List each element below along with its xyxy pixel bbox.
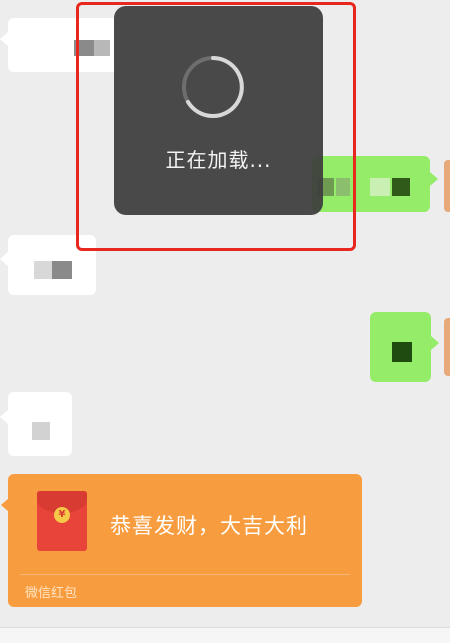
- divider: [20, 574, 350, 575]
- pixelated-content: [34, 261, 52, 279]
- bubble-tail: [431, 336, 439, 350]
- avatar[interactable]: [444, 318, 450, 376]
- bubble-tail: [430, 172, 438, 186]
- red-packet-label: 微信红包: [25, 586, 78, 601]
- pixelated-content: [52, 261, 72, 279]
- highlight-annotation-box: [76, 2, 356, 251]
- red-packet-message[interactable]: ¥ 恭喜发财，大吉大利 微信红包: [1, 474, 362, 607]
- bubble-tail: [0, 252, 8, 266]
- message-bubble-incoming[interactable]: [8, 392, 72, 456]
- message-bubble-outgoing[interactable]: [370, 312, 431, 382]
- red-envelope-icon: ¥: [37, 491, 87, 551]
- bubble-tail: [0, 410, 8, 424]
- input-bar-edge: [0, 627, 450, 643]
- coin-icon: ¥: [54, 507, 70, 523]
- pixelated-content: [370, 178, 390, 196]
- avatar[interactable]: [444, 160, 450, 212]
- bubble-tail: [1, 498, 9, 512]
- pixelated-content: [32, 422, 50, 440]
- pixelated-content: [392, 178, 410, 196]
- bubble-tail: [0, 32, 8, 46]
- pixelated-content: [392, 342, 412, 362]
- red-packet-title: 恭喜发财，大吉大利: [110, 514, 308, 538]
